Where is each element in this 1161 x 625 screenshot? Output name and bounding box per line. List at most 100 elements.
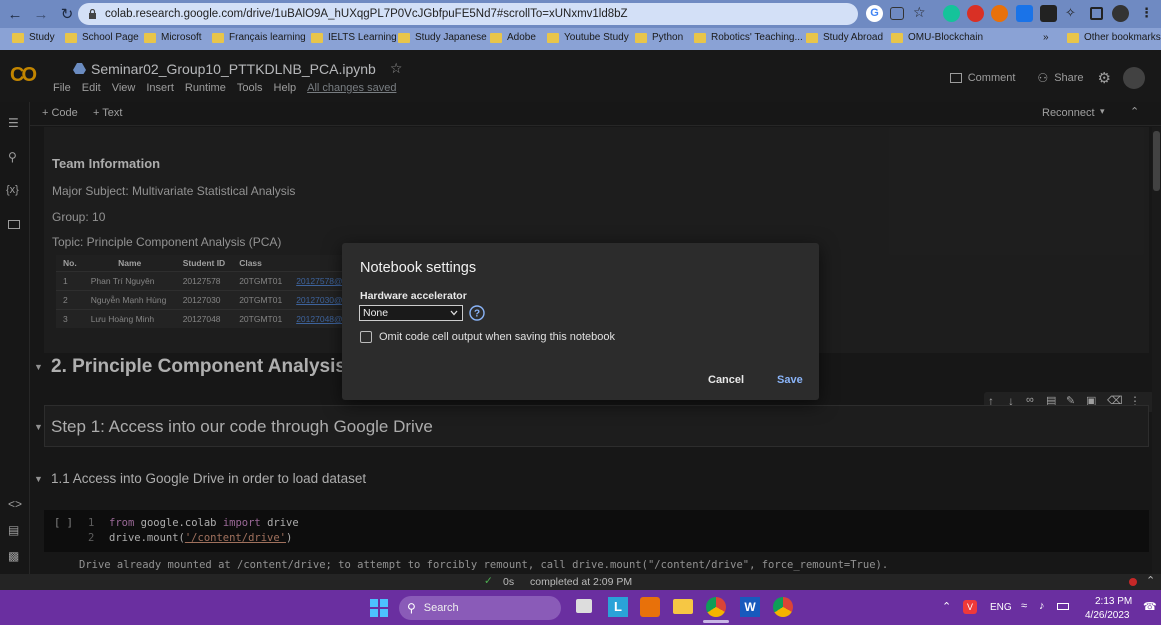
check-icon: ✓ (484, 575, 493, 587)
extension-red-icon[interactable] (967, 5, 984, 22)
bookmark-label: School Page (82, 32, 139, 43)
word-icon[interactable]: W (740, 597, 760, 617)
tray-chevron-icon[interactable]: ⌃ (942, 600, 951, 613)
completed-status[interactable]: completed at 2:09 PM (530, 576, 632, 588)
folder-icon (65, 32, 77, 43)
folder-icon (311, 32, 323, 43)
exec-time: 0s (503, 576, 515, 588)
bookmark-label: Study (29, 32, 55, 43)
profile-avatar[interactable] (1112, 5, 1129, 22)
notification-bell-icon[interactable]: ☎ (1143, 600, 1157, 613)
reload-icon[interactable]: ↻ (56, 3, 78, 25)
svg-text:?: ? (474, 309, 480, 320)
extension-grid-icon[interactable] (1040, 5, 1057, 22)
bookmark-other[interactable]: Other bookmarks (1067, 32, 1161, 43)
app-l-icon[interactable]: L (608, 597, 628, 617)
folder-icon (490, 32, 502, 43)
bookmark-label: Youtube Study (564, 32, 629, 43)
record-dot-icon (1129, 578, 1137, 586)
bookmarks-bar: Study School Page Microsoft Français lea… (0, 28, 1161, 50)
taskbar-active-indicator (703, 620, 729, 623)
bookmark-label: Robotics' Teaching... (711, 32, 803, 43)
folder-icon (547, 32, 559, 43)
volume-icon[interactable]: ♪ (1039, 600, 1045, 612)
bookmark-label: Study Japanese (415, 32, 487, 43)
wifi-icon[interactable]: ≈ (1021, 600, 1027, 612)
select-value: None (363, 307, 389, 319)
browser-toolbar: ← → ↻ colab.research.google.com/drive/1u… (0, 0, 1161, 28)
bookmark-ielts[interactable]: IELTS Learning (311, 32, 397, 43)
extension-orange-icon[interactable] (991, 5, 1008, 22)
omit-output-label[interactable]: Omit code cell output when saving this n… (379, 331, 615, 343)
language-indicator[interactable]: ENG (990, 602, 1012, 613)
bookmark-label: OMU-Blockchain (908, 32, 984, 43)
share-page-icon[interactable] (890, 7, 904, 20)
task-view-icon[interactable] (576, 599, 592, 613)
bookmark-robotics[interactable]: Robotics' Teaching... (694, 32, 803, 43)
status-bar: ✓ 0s completed at 2:09 PM ⌃ (0, 574, 1161, 590)
bookmark-label: Adobe (507, 32, 536, 43)
address-bar[interactable]: colab.research.google.com/drive/1uBAlO9A… (78, 3, 858, 25)
bookmark-label: Study Abroad (823, 32, 884, 43)
battery-icon[interactable] (1057, 603, 1069, 610)
folder-icon (1067, 32, 1079, 43)
cancel-button[interactable]: Cancel (708, 374, 744, 386)
bookmark-label: Python (652, 32, 684, 43)
bookmark-label: Microsoft (161, 32, 202, 43)
hardware-accelerator-select[interactable]: None (359, 305, 463, 321)
bookmark-label: IELTS Learning (328, 32, 397, 43)
vivaldi-tray-icon[interactable]: V (963, 600, 977, 614)
folder-icon (891, 32, 903, 43)
extension-blue-icon[interactable] (1016, 5, 1033, 22)
taskbar-search-label: Search (423, 602, 459, 614)
folder-icon (12, 32, 24, 43)
side-panel-icon[interactable] (1090, 7, 1103, 20)
search-icon: ⚲ (407, 601, 416, 615)
notebook-settings-dialog: Notebook settings Hardware accelerator N… (342, 243, 819, 400)
bookmark-study-abroad[interactable]: Study Abroad (806, 32, 883, 43)
windows-start-icon[interactable] (370, 599, 388, 617)
bookmark-school-page[interactable]: School Page (65, 32, 139, 43)
url-text: colab.research.google.com/drive/1uBAlO9A… (105, 8, 628, 20)
omit-output-checkbox[interactable] (360, 331, 372, 343)
folder-icon (635, 32, 647, 43)
bookmark-adobe[interactable]: Adobe (490, 32, 536, 43)
google-icon[interactable]: G (866, 5, 883, 22)
chrome-profile-icon[interactable] (773, 597, 793, 617)
bookmark-star-icon[interactable]: ☆ (913, 4, 930, 21)
bookmark-francais[interactable]: Français learning (212, 32, 306, 43)
menu-kebab-icon[interactable]: ⋮ (1140, 5, 1157, 22)
bookmark-label: Other bookmarks (1084, 32, 1161, 43)
clock-date[interactable]: 4/26/2023 (1085, 610, 1130, 621)
clock-time[interactable]: 2:13 PM (1095, 596, 1132, 607)
chrome-icon[interactable] (706, 597, 726, 617)
back-arrow-icon[interactable]: ← (4, 3, 26, 25)
dialog-title: Notebook settings (360, 260, 477, 276)
bookmark-study[interactable]: Study (12, 32, 55, 43)
chevron-up-icon[interactable]: ⌃ (1146, 574, 1155, 587)
windows-taskbar: ⚲ Search L W ⌃ V ENG ≈ ♪ 2:13 PM 4/26/20… (0, 590, 1161, 625)
folder-icon (398, 32, 410, 43)
bookmark-microsoft[interactable]: Microsoft (144, 32, 202, 43)
bookmark-omu-blockchain[interactable]: OMU-Blockchain (891, 32, 983, 43)
chevron-down-icon (450, 310, 458, 316)
app-orange-icon[interactable] (640, 597, 660, 617)
lock-icon (89, 9, 96, 19)
folder-icon (144, 32, 156, 43)
file-explorer-icon[interactable] (673, 599, 693, 614)
folder-icon (212, 32, 224, 43)
taskbar-search-box[interactable]: ⚲ Search (399, 596, 561, 620)
bookmark-python[interactable]: Python (635, 32, 683, 43)
folder-icon (806, 32, 818, 43)
grammarly-icon[interactable] (943, 5, 960, 22)
folder-icon (694, 32, 706, 43)
hardware-accelerator-label: Hardware accelerator (360, 290, 467, 302)
save-button[interactable]: Save (777, 374, 803, 386)
bookmark-label: Français learning (229, 32, 306, 43)
bookmark-youtube-study[interactable]: Youtube Study (547, 32, 629, 43)
bookmarks-more[interactable]: » (1043, 32, 1049, 43)
help-question-icon[interactable]: ? (469, 305, 485, 321)
extensions-puzzle-icon[interactable]: ✧ (1065, 5, 1082, 22)
forward-arrow-icon[interactable]: → (30, 3, 52, 25)
bookmark-study-japanese[interactable]: Study Japanese (398, 32, 487, 43)
